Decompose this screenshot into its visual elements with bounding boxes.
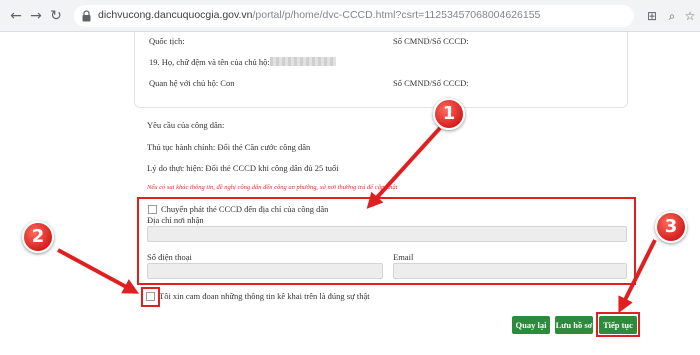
step-badge-1: 1 — [433, 98, 465, 130]
arrow-1 — [366, 126, 442, 209]
step-badge-3: 3 — [655, 211, 687, 243]
arrow-3 — [618, 239, 657, 314]
step-badge-2: 2 — [22, 221, 54, 253]
callout-arrows — [57, 126, 657, 314]
arrow-2 — [57, 248, 140, 294]
